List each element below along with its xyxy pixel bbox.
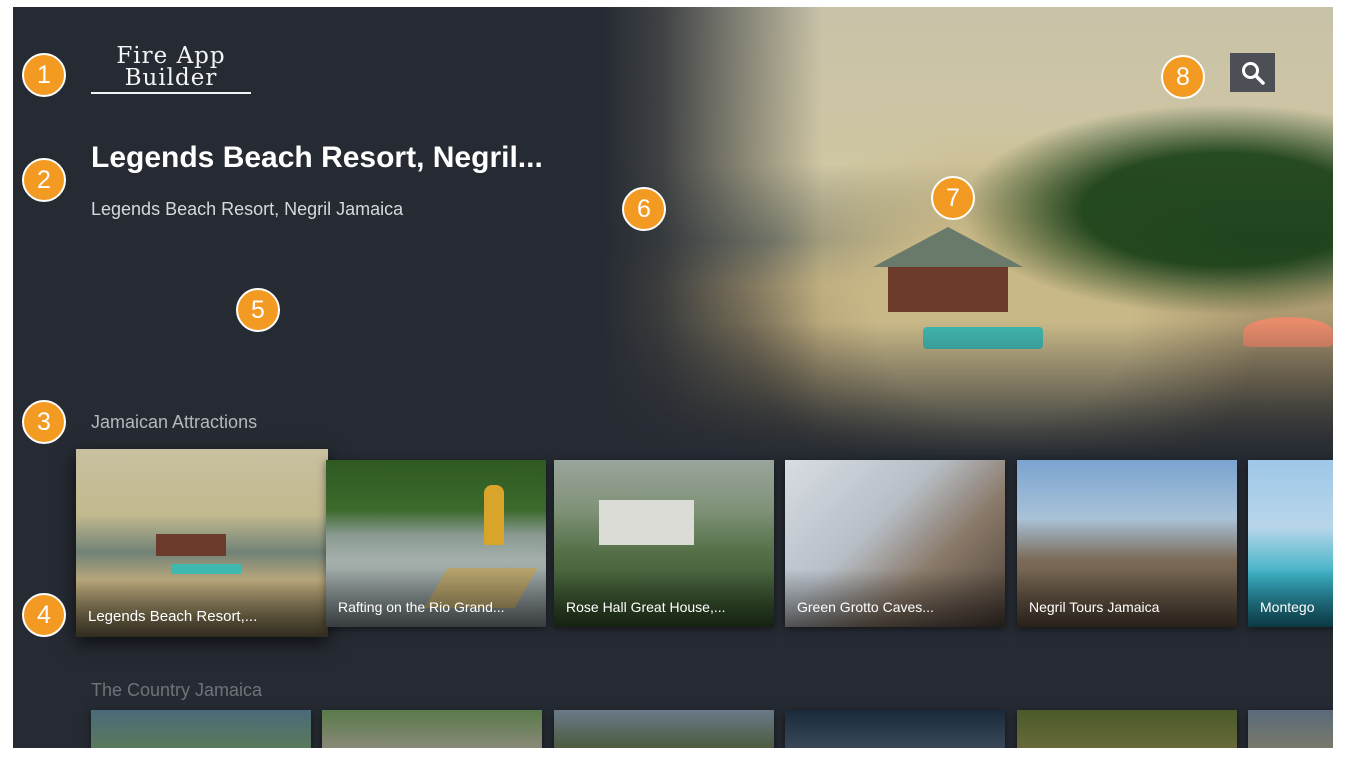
hero-background-image	[603, 7, 1333, 457]
content-subtitle: Legends Beach Resort, Negril Jamaica	[91, 199, 404, 219]
content-card[interactable]: Rose Hall Great House,...	[554, 460, 774, 627]
annotation-marker-4: 4	[22, 593, 66, 637]
card-image-detail	[156, 534, 226, 556]
content-card[interactable]	[554, 710, 774, 748]
annotation-marker-3: 3	[22, 400, 66, 444]
card-label: Rose Hall Great House,...	[554, 569, 774, 627]
search-icon	[1241, 61, 1265, 85]
card-label: Legends Beach Resort,...	[76, 578, 328, 637]
card-label: Montego	[1248, 569, 1333, 627]
annotation-marker-7: 7	[931, 176, 975, 220]
content-card[interactable]: Rafting on the Rio Grand...	[326, 460, 546, 627]
card-label: Negril Tours Jamaica	[1017, 569, 1237, 627]
card-image-detail	[484, 485, 504, 545]
content-card[interactable]	[322, 710, 542, 748]
annotation-marker-2: 2	[22, 158, 66, 202]
row-title-jamaican-attractions: Jamaican Attractions	[91, 412, 258, 432]
annotation-marker-6: 6	[622, 187, 666, 231]
content-title: Legends Beach Resort, Negril...	[91, 141, 543, 174]
card-label: Green Grotto Caves...	[785, 569, 1005, 627]
content-card[interactable]: Montego	[1248, 460, 1333, 627]
annotation-marker-1: 1	[22, 53, 66, 97]
content-card[interactable]	[1248, 710, 1333, 748]
search-button[interactable]	[1230, 53, 1275, 92]
content-card[interactable]	[1017, 710, 1237, 748]
hero-fade-overlay	[603, 7, 1333, 457]
annotation-marker-5: 5	[236, 288, 280, 332]
app-screen: Fire App Builder Legends Beach Resort, N…	[13, 7, 1333, 748]
content-card[interactable]: Green Grotto Caves...	[785, 460, 1005, 627]
content-card[interactable]: Legends Beach Resort,...	[76, 449, 328, 637]
annotation-marker-8: 8	[1161, 55, 1205, 99]
logo-underline	[91, 92, 251, 94]
content-card[interactable]	[91, 710, 311, 748]
app-logo: Fire App Builder	[91, 45, 251, 94]
content-card[interactable]: Negril Tours Jamaica	[1017, 460, 1237, 627]
card-image-detail	[171, 564, 241, 574]
card-label: Rafting on the Rio Grand...	[326, 569, 546, 627]
content-card[interactable]	[785, 710, 1005, 748]
logo-line2: Builder	[124, 65, 218, 91]
row-title-the-country-jamaica: The Country Jamaica	[91, 680, 263, 700]
card-image-detail	[599, 500, 694, 545]
